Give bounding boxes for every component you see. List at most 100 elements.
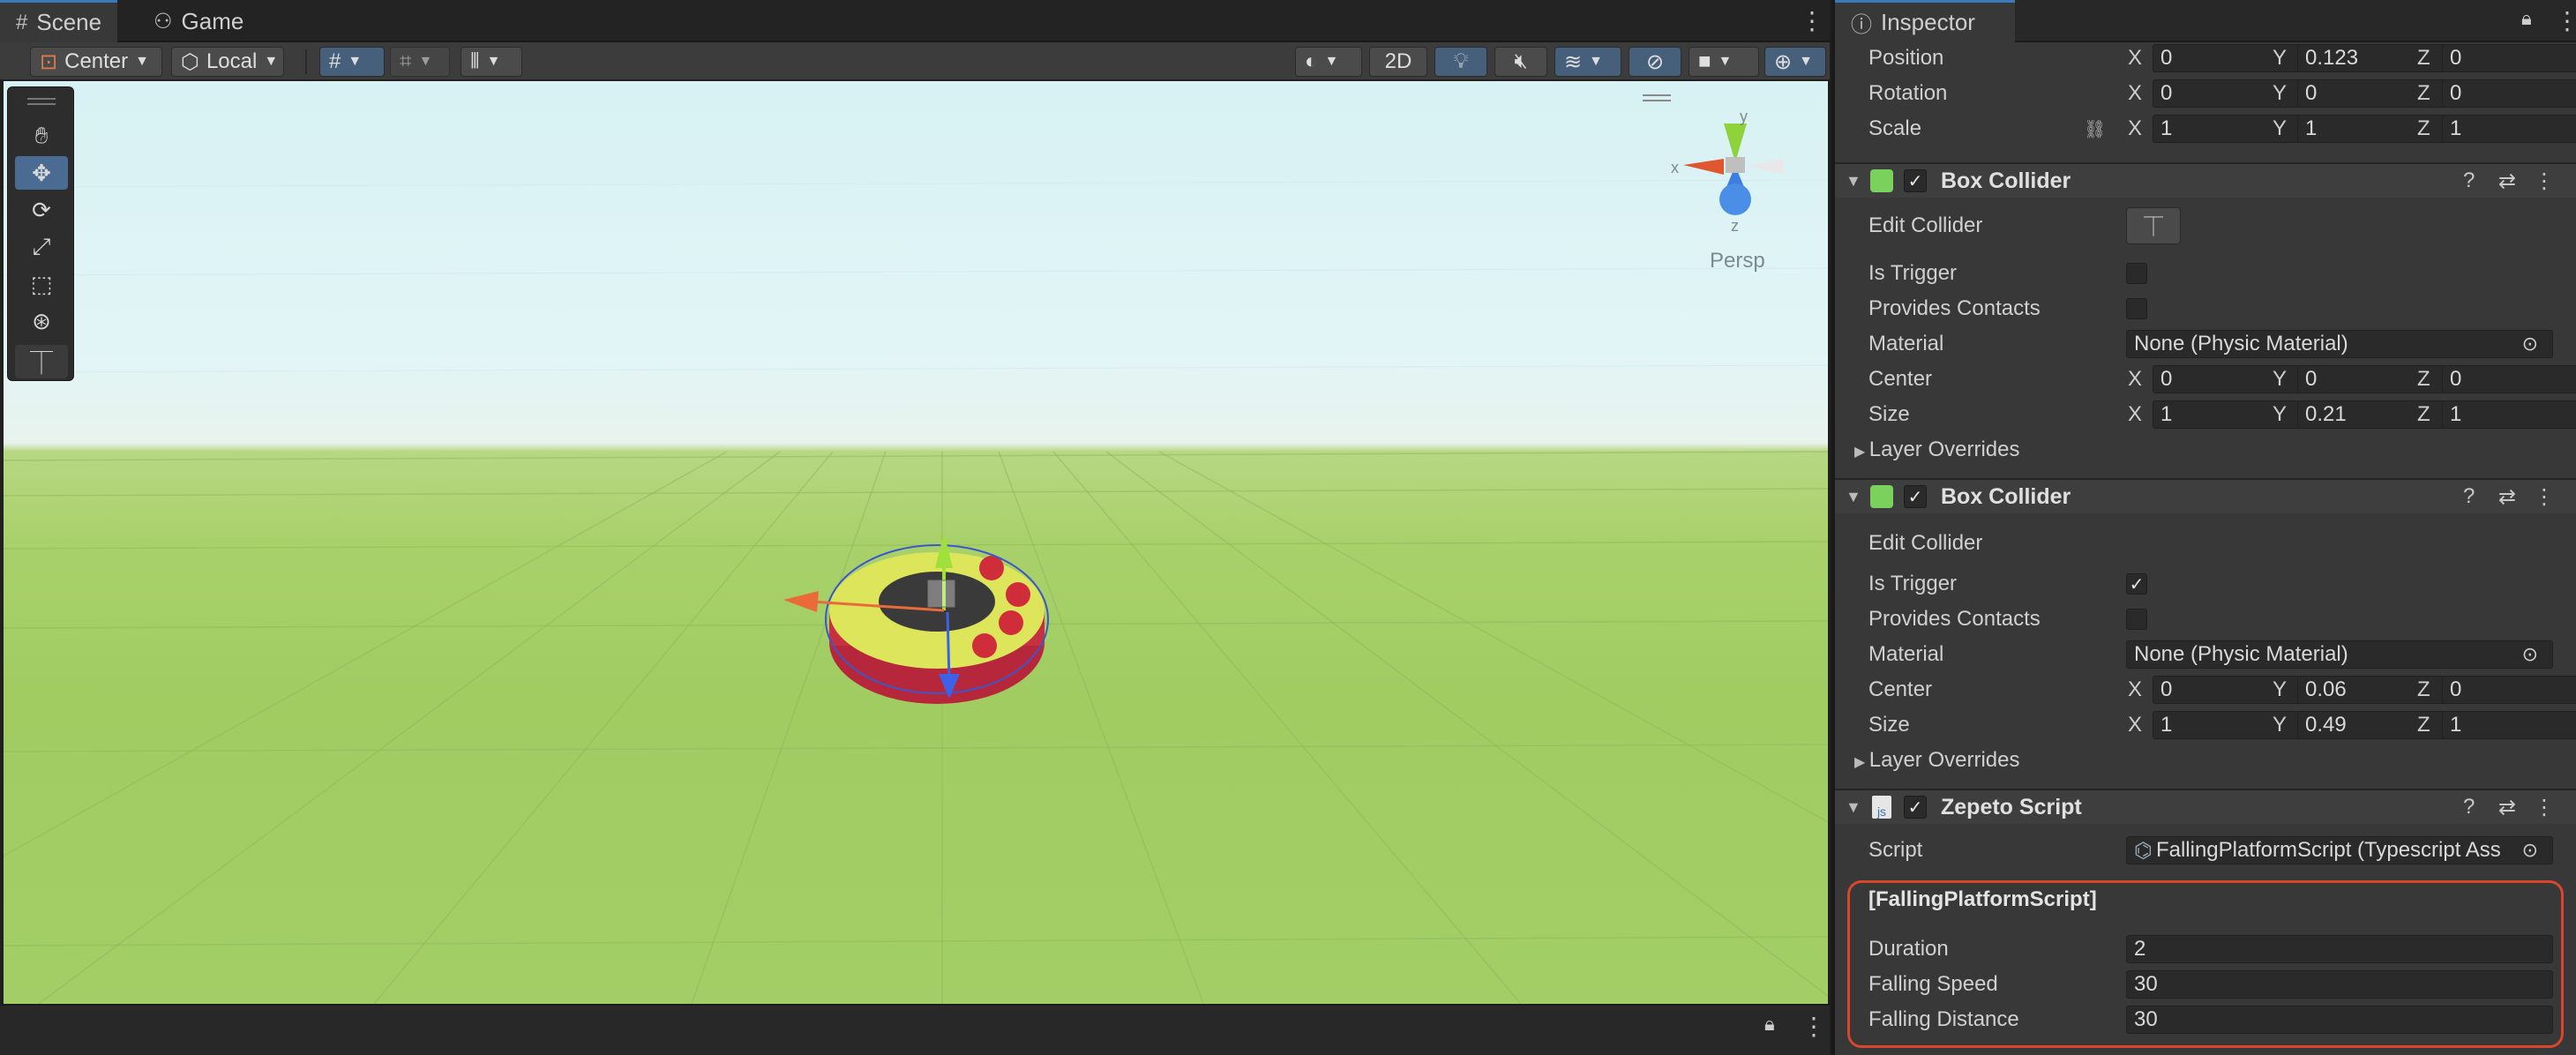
box-collider-1-enabled-checkbox[interactable]: ✓	[1904, 169, 1927, 192]
rect-tool-icon[interactable]: ⬚	[15, 267, 68, 301]
object-picker-icon[interactable]: ⊙	[2522, 839, 2538, 862]
rotate-tool-icon[interactable]: ⟳	[15, 193, 68, 227]
rotation-z-field[interactable]: 0	[2442, 79, 2576, 108]
is-trigger-label: Is Trigger	[1868, 261, 1958, 285]
preset-icon[interactable]: ⇄	[2498, 795, 2516, 820]
space-local-dropdown[interactable]: ⬡ Local ▼	[171, 47, 284, 77]
size-z-field[interactable]: 1	[2442, 711, 2576, 739]
edit-collider-row-2: Edit Collider	[1835, 524, 2576, 563]
zepeto-script-enabled-checkbox[interactable]: ✓	[1904, 796, 1927, 819]
preset-icon[interactable]: ⇄	[2498, 484, 2516, 510]
object-picker-icon[interactable]: ⊙	[2522, 643, 2538, 666]
effects-dropdown[interactable]: ≋ ▼	[1554, 47, 1621, 77]
falling-speed-field[interactable]: 30	[2126, 970, 2553, 999]
position-z-field[interactable]: 0	[2442, 44, 2576, 72]
tab-game[interactable]: ⚇ Game	[138, 0, 259, 42]
audio-toggle[interactable]: 🔇︎	[1494, 47, 1547, 77]
material-field[interactable]: None (Physic Material) ⊙	[2126, 640, 2553, 669]
mode-2d-label: 2D	[1384, 49, 1412, 73]
box-collider-icon	[1870, 485, 1893, 508]
scale-z-field[interactable]: 1	[2442, 115, 2576, 143]
projection-label[interactable]: Persp	[1710, 249, 1765, 273]
hand-tool-icon[interactable]: ✋︎	[15, 119, 68, 153]
falling-distance-label: Falling Distance	[1868, 1007, 2019, 1031]
foldout-arrow-icon: ▶	[1854, 445, 1869, 460]
object-picker-icon[interactable]: ⊙	[2522, 333, 2538, 355]
is-trigger-checkbox[interactable]	[2126, 263, 2147, 284]
link-broken-icon[interactable]: ⛓	[2084, 118, 2106, 140]
size-z-field[interactable]: 1	[2442, 400, 2576, 429]
transform-rotation-row: Rotation X 0 Y 0 Z 0	[1835, 76, 2576, 111]
foldout-arrow-icon[interactable]: ▼	[1846, 798, 1861, 817]
provides-contacts-checkbox[interactable]	[2126, 609, 2147, 630]
script-field[interactable]: ⌬ FallingPlatformScript (Typescript Ass …	[2126, 836, 2553, 864]
edit-collider-tool-icon[interactable]: ⏉	[15, 345, 68, 378]
duration-field[interactable]: 2	[2126, 935, 2553, 963]
help-icon[interactable]: ?	[2463, 484, 2475, 509]
size-row-2: Size X 1 Y 0.49 Z 1	[1835, 707, 2576, 743]
scene-viewport[interactable]: y x z Persp	[4, 81, 1828, 1004]
layer-overrides-label: Layer Overrides	[1868, 748, 2020, 772]
axis-z-label: Z	[2417, 713, 2430, 737]
pivot-center-dropdown[interactable]: ⊡ Center ▼	[30, 47, 162, 77]
tools-palette: ✋︎ ✥ ⟳ ⤢ ⬚ ⊛ ⏉	[7, 86, 74, 381]
edit-collider-row: Edit Collider ⏉	[1835, 206, 2576, 245]
component-menu-icon[interactable]: ⋮	[2534, 484, 2555, 510]
box-collider-2-header[interactable]: ▼ ✓ Box Collider ? ⇄ ⋮	[1835, 478, 2576, 513]
edit-collider-icon: ⏉	[2143, 216, 2163, 238]
layer-overrides-foldout[interactable]: ▶ Layer Overrides	[1854, 438, 2019, 462]
edit-collider-button[interactable]: ⏉	[2126, 207, 2181, 244]
inspector-menu-icon[interactable]: ⋮	[2555, 9, 2576, 34]
ruler-icon: ⦀	[470, 49, 480, 73]
tab-inspector[interactable]: ⓘ Inspector	[1835, 0, 2015, 42]
is-trigger-row-2: Is Trigger ✓	[1835, 566, 2576, 602]
size-label: Size	[1868, 402, 1910, 426]
scene-menu-icon[interactable]: ⋮	[1800, 9, 1824, 34]
move-tool-icon[interactable]: ✥	[15, 156, 68, 190]
provides-contacts-checkbox[interactable]	[2126, 298, 2147, 319]
is-trigger-checkbox-checked[interactable]: ✓	[2126, 573, 2147, 595]
transform-tool-icon[interactable]: ⊛	[15, 304, 68, 338]
center-z-field[interactable]: 0	[2442, 365, 2576, 393]
layer-overrides-row[interactable]: ▶ Layer Overrides	[1835, 432, 2576, 468]
preset-icon[interactable]: ⇄	[2498, 168, 2516, 194]
axis-y-label: Y	[2273, 367, 2288, 391]
axis-z-label: Z	[2417, 116, 2430, 140]
help-icon[interactable]: ?	[2463, 795, 2475, 819]
axis-x-label: X	[2128, 367, 2143, 391]
tab-scene[interactable]: # Scene	[0, 0, 118, 42]
box-collider-2-enabled-checkbox[interactable]: ✓	[1904, 485, 1927, 508]
checkmark-icon: ✓	[2129, 574, 2145, 595]
cube-outline-icon: ⬡	[181, 49, 199, 74]
falling-platform-object[interactable]	[825, 544, 1049, 704]
size-row: Size X 1 Y 0.21 Z 1	[1835, 397, 2576, 432]
lock-icon[interactable]: 🔒︎	[2521, 7, 2532, 30]
grid-snap-button[interactable]: # ▼	[319, 47, 385, 77]
snap-increment-button[interactable]: ⌗ ▼	[390, 47, 450, 77]
help-icon[interactable]: ?	[2463, 168, 2475, 193]
zepeto-script-header[interactable]: ▼ js ✓ Zepeto Script ? ⇄ ⋮	[1835, 789, 2576, 824]
scale-tool-icon[interactable]: ⤢	[15, 230, 68, 264]
layer-overrides-row-2[interactable]: ▶ Layer Overrides	[1835, 743, 2576, 778]
falling-distance-field[interactable]: 30	[2126, 1006, 2553, 1034]
mode-2d-button[interactable]: 2D	[1369, 47, 1427, 77]
status-menu-icon[interactable]: ⋮	[1801, 1014, 1826, 1039]
foldout-arrow-icon[interactable]: ▼	[1846, 488, 1861, 506]
box-collider-1-title: Box Collider	[1941, 168, 2071, 193]
material-field[interactable]: None (Physic Material) ⊙	[2126, 330, 2553, 358]
lighting-toggle[interactable]: 💡︎	[1434, 47, 1487, 77]
layer-overrides-foldout[interactable]: ▶ Layer Overrides	[1854, 748, 2019, 773]
foldout-arrow-icon[interactable]: ▼	[1846, 172, 1861, 191]
center-z-field[interactable]: 0	[2442, 676, 2576, 704]
box-collider-1-header[interactable]: ▼ ✓ Box Collider ? ⇄ ⋮	[1835, 162, 2576, 198]
gizmos-dropdown[interactable]: ⊕ ▼	[1764, 47, 1826, 77]
shading-mode-dropdown[interactable]: ◐ ▼	[1295, 47, 1362, 77]
lock-icon[interactable]: 🔒︎	[1764, 1013, 1775, 1036]
component-menu-icon[interactable]: ⋮	[2534, 168, 2555, 194]
component-menu-icon[interactable]: ⋮	[2534, 795, 2555, 820]
orientation-gizmo[interactable]	[1683, 123, 1784, 215]
drag-handle[interactable]	[27, 98, 56, 105]
snap-ruler-button[interactable]: ⦀ ▼	[461, 47, 522, 77]
visibility-toggle[interactable]: ⊘	[1629, 47, 1681, 77]
camera-dropdown[interactable]: ■ ▼	[1689, 47, 1759, 77]
